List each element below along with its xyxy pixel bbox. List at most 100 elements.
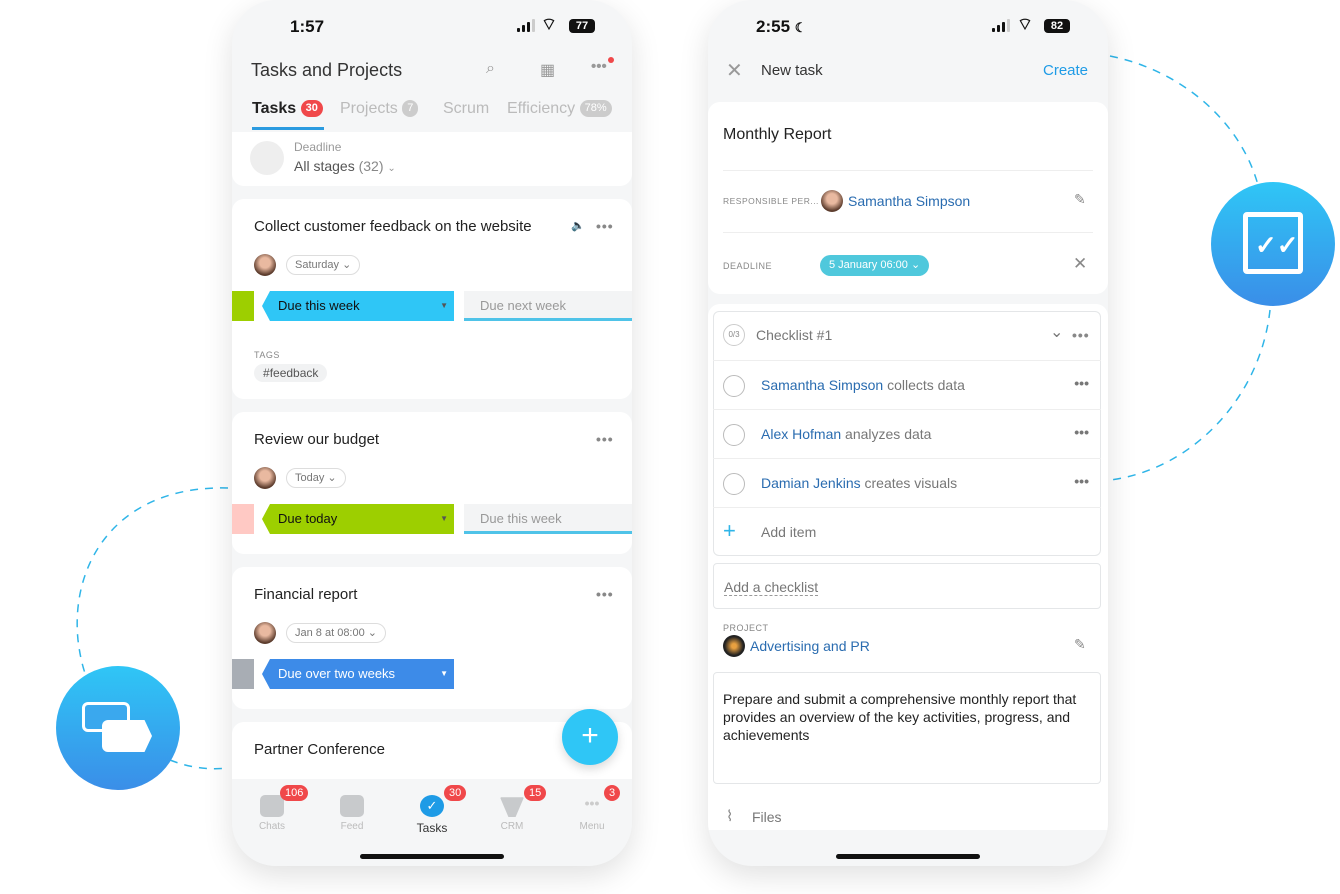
description-field[interactable]: Prepare and submit a comprehensive month… [713, 672, 1101, 784]
nav-crm[interactable]: CRM 15 [482, 785, 547, 832]
stage-button[interactable]: Due today ▼ [262, 504, 454, 534]
deadline-pill[interactable]: Jan 8 at 08:00 ⌄ [286, 623, 387, 643]
next-stage[interactable]: Due this week [464, 504, 632, 534]
files-button[interactable]: Files [752, 809, 782, 825]
prev-stage[interactable] [232, 659, 254, 689]
task-title: Financial report [254, 586, 358, 603]
nav-label: Feed [340, 821, 364, 832]
divider [723, 170, 1093, 171]
checklist-item[interactable]: Alex Hofman analyzes data ••• [713, 409, 1101, 458]
tab-projects[interactable]: Projects 7 [340, 100, 419, 118]
plus-icon: + [723, 518, 736, 543]
task-more-icon[interactable]: ••• [596, 586, 614, 602]
stage-label: Due today [278, 511, 338, 526]
deadline-pill[interactable]: Today ⌄ [286, 468, 346, 488]
edit-project-icon[interactable]: ✎ [1074, 636, 1086, 653]
prev-stage[interactable] [232, 504, 254, 534]
deadline-pill[interactable]: Saturday ⌄ [286, 255, 361, 275]
tab-efficiency[interactable]: Efficiency 78% [507, 100, 612, 118]
task-card[interactable]: Financial report ••• Jan 8 at 08:00 ⌄ Du… [232, 567, 632, 709]
stage-button[interactable]: Due this week ▼ [262, 291, 454, 321]
task-more-icon[interactable]: ••• [596, 218, 614, 234]
chat-bubble-badge-icon [56, 666, 180, 790]
deadline-label: DEADLINE [723, 261, 773, 271]
funnel-icon [500, 797, 524, 817]
responsible-person[interactable]: Samantha Simpson [848, 193, 970, 209]
deadline-pill[interactable]: 5 January 06:00 ⌄ [820, 255, 930, 276]
task-main-card: Monthly Report RESPONSIBLE PER... Samant… [708, 102, 1108, 294]
checklist-item[interactable]: Samantha Simpson collects data ••• [713, 360, 1101, 409]
add-task-button[interactable]: + [562, 709, 618, 765]
stage-filter[interactable]: Deadline All stages (32) ⌄ [232, 132, 632, 186]
checklist-title[interactable]: Checklist #1 [756, 327, 832, 343]
bottom-nav: Chats 106 Feed ✓ Tasks 30 CRM 15 ••• Menu 3 [232, 779, 632, 866]
item-more-icon[interactable]: ••• [1074, 424, 1089, 440]
nav-chats[interactable]: Chats 106 [242, 785, 309, 832]
nav-badge: 30 [444, 785, 467, 801]
status-time: 2:55 ☾ [756, 17, 806, 37]
avatar [254, 254, 276, 276]
project-label: PROJECT [723, 623, 769, 633]
checklist-more-icon[interactable]: ••• [1072, 327, 1090, 343]
add-checklist-label: Add a checklist [724, 579, 819, 596]
nav-menu[interactable]: ••• Menu 3 [562, 785, 622, 832]
prev-stage[interactable] [232, 291, 254, 321]
battery-icon: 77 [569, 19, 595, 33]
create-button[interactable]: Create [1043, 62, 1088, 79]
chat-icon [260, 795, 284, 817]
checkbox[interactable] [723, 424, 745, 446]
add-checklist-button[interactable]: Add a checklist [713, 563, 1101, 609]
more-icon[interactable]: ••• [591, 58, 607, 75]
stage-button[interactable]: Due over two weeks ▼ [262, 659, 454, 689]
filter-value: All stages [294, 158, 355, 174]
item-more-icon[interactable]: ••• [1074, 473, 1089, 489]
clear-deadline-icon[interactable]: ✕ [1073, 254, 1087, 274]
paperclip-icon: ⌇ [726, 808, 734, 825]
filter-label: Deadline [294, 140, 342, 154]
mute-icon[interactable]: 🔈 [571, 219, 585, 232]
checkbox[interactable] [723, 473, 745, 495]
tab-badge: 78% [579, 100, 612, 118]
tab-label: Efficiency [507, 100, 576, 117]
item-more-icon[interactable]: ••• [1074, 375, 1089, 391]
task-more-icon[interactable]: ••• [596, 431, 614, 447]
checklist-item[interactable]: Damian Jenkins creates visuals ••• [713, 458, 1101, 507]
details-card: 0/3 Checklist #1 ⌄ ••• Samantha Simpson … [708, 304, 1108, 830]
tag-chip[interactable]: #feedback [254, 364, 328, 382]
nav-tasks[interactable]: ✓ Tasks 30 [402, 785, 467, 835]
nav-label: Tasks [416, 821, 448, 835]
deadline-text: Jan 8 at 08:00 [295, 627, 365, 639]
item-person[interactable]: Samantha Simpson [761, 377, 883, 393]
tab-indicator [252, 127, 324, 130]
page-title: Tasks and Projects [251, 60, 403, 80]
moon-icon: ☾ [794, 20, 807, 35]
edit-icon[interactable]: ✎ [1074, 191, 1086, 208]
home-indicator [360, 854, 504, 859]
add-item-button[interactable]: + Add item [713, 507, 1101, 556]
nav-feed[interactable]: Feed [322, 795, 382, 832]
collapse-chevron-icon[interactable]: ⌄ [1050, 322, 1063, 342]
task-card[interactable]: Collect customer feedback on the website… [232, 199, 632, 399]
nav-label: CRM [500, 821, 524, 832]
project-name[interactable]: Advertising and PR [750, 638, 870, 654]
nav-badge: 15 [524, 785, 547, 801]
item-person[interactable]: Damian Jenkins [761, 475, 861, 491]
avatar [254, 622, 276, 644]
next-stage[interactable]: Due next week [464, 291, 632, 321]
tab-tasks[interactable]: Tasks 30 [252, 100, 323, 118]
calendar-clock-icon[interactable]: ▦ [540, 60, 555, 80]
task-card[interactable]: Review our budget ••• Today ⌄ Due today ▼… [232, 412, 632, 554]
tab-scrum[interactable]: Scrum [443, 100, 489, 118]
tab-label: Tasks [252, 100, 297, 117]
tab-label: Projects [340, 100, 398, 117]
checkbox[interactable] [723, 375, 745, 397]
item-person[interactable]: Alex Hofman [761, 426, 841, 442]
search-icon[interactable]: ⌕ [486, 60, 495, 78]
tasks-phone: 1:57 ⌔ 77 Tasks and Projects ⌕ ▦ ••• Tas… [232, 0, 632, 866]
responsible-label: RESPONSIBLE PER... [723, 196, 819, 206]
task-title-input[interactable]: Monthly Report [723, 126, 832, 144]
close-icon[interactable]: ✕ [726, 58, 743, 83]
nav-label: Chats [258, 821, 286, 832]
task-title: Review our budget [254, 431, 380, 448]
home-indicator [836, 854, 980, 859]
